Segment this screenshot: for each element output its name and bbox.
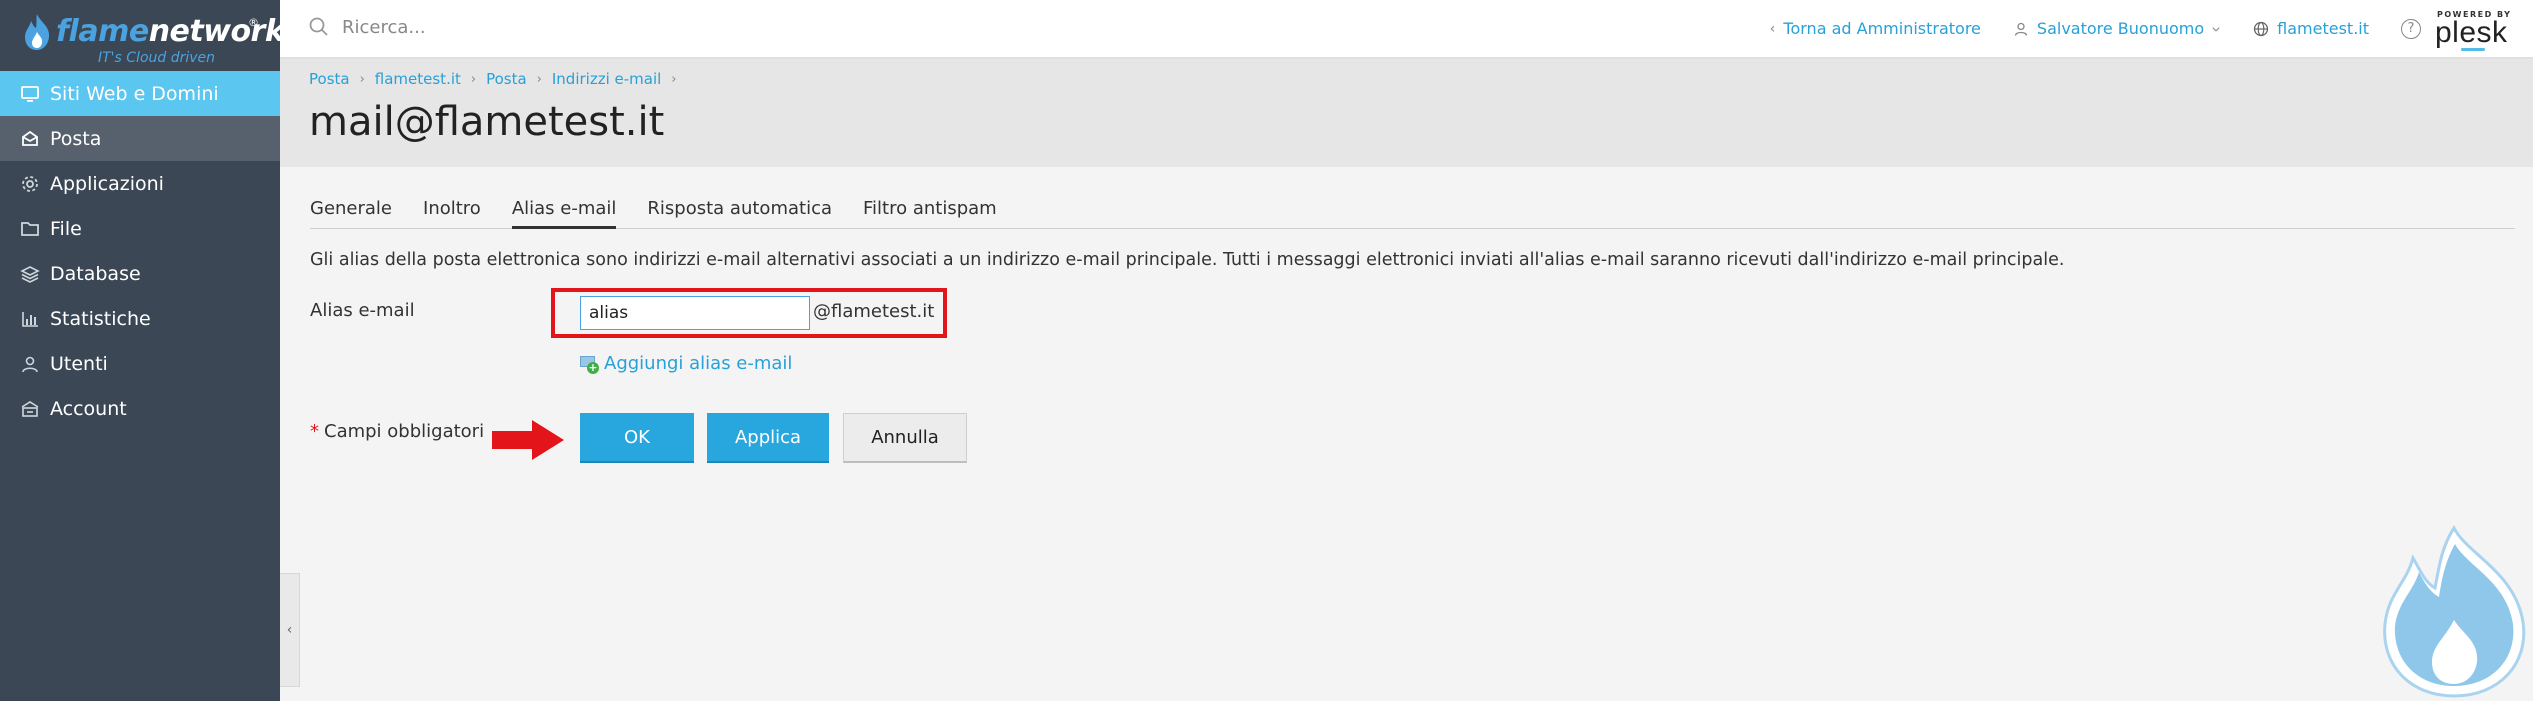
domain-label: flametest.it [2277,19,2369,38]
tab-auto-reply[interactable]: Risposta automatica [647,195,832,229]
sidebar-item-websites[interactable]: Siti Web e Domini [0,71,280,116]
sidebar-collapse-button[interactable]: ‹ [280,573,300,687]
search-input[interactable] [342,16,742,38]
help-icon[interactable]: ? [2401,18,2421,39]
add-alias-link[interactable]: + Aggiungi alias e-mail [580,353,792,374]
sidebar-item-label: Account [50,397,127,420]
add-alias-label: Aggiungi alias e-mail [604,353,793,374]
breadcrumb: Posta › flametest.it › Posta › Indirizzi… [309,70,687,88]
breadcrumb-item-mail[interactable]: Posta [309,70,350,88]
mail-icon [20,129,40,149]
sidebar-item-label: Utenti [50,352,108,375]
breadcrumb-item-domain[interactable]: flametest.it [375,70,461,88]
tab-general[interactable]: Generale [310,195,392,229]
page-header: Posta › flametest.it › Posta › Indirizzi… [280,59,2533,167]
sidebar-item-label: Posta [50,127,102,150]
back-to-admin-link[interactable]: ‹ Torna ad Amministratore [1770,19,1981,38]
red-arrow-icon [492,420,564,460]
sidebar-item-label: Statistiche [50,307,151,330]
account-icon [20,399,40,419]
monitor-icon [20,84,40,104]
sidebar-item-label: Applicazioni [50,172,164,195]
sidebar-item-label: Database [50,262,141,285]
tab-email-aliases[interactable]: Alias e-mail [511,195,617,229]
cancel-button[interactable]: Annulla [843,413,967,463]
sidebar-item-label: Siti Web e Domini [50,82,219,105]
apply-button[interactable]: Applica [707,413,829,463]
required-fields-label: Campi obbligatori [324,421,485,442]
chevron-down-icon [2211,24,2221,34]
page-title: mail@flametest.it [309,99,665,145]
flame-logo-icon [25,14,50,50]
plesk-underline [2461,47,2485,51]
logo-wordmark: flamenetworks [56,14,302,49]
top-links: ‹ Torna ad Amministratore Salvatore Buon… [1770,0,2533,57]
add-alias-icon: + [580,354,599,374]
sidebar-item-label: File [50,217,82,240]
logo-registered-mark: ® [248,16,259,29]
sidebar-item-applications[interactable]: Applicazioni [0,161,280,206]
tab-bar: Generale Inoltro Alias e-mail Risposta a… [310,195,2515,229]
sidebar-item-mail[interactable]: Posta [0,116,280,161]
chevron-left-icon: ‹ [1769,20,1776,37]
alias-domain-suffix: @flametest.it [813,301,935,322]
breadcrumb-separator: › [671,71,677,87]
plus-icon: + [587,361,599,374]
sidebar: flamenetworks ® IT's Cloud driven Siti W… [0,0,302,701]
required-fields-note: * Campi obbligatori [310,421,484,442]
user-icon [2013,21,2029,37]
breadcrumb-item-mail-section[interactable]: Posta [486,70,527,88]
sidebar-nav: Siti Web e Domini Posta Applicazioni Fil… [0,71,280,431]
database-icon [20,264,40,284]
logo-tagline: IT's Cloud driven [98,50,216,66]
tab-forwarding[interactable]: Inoltro [423,195,481,229]
sidebar-item-account[interactable]: Account [0,386,280,431]
flame-watermark-icon [2383,524,2526,698]
sidebar-item-statistics[interactable]: Statistiche [0,296,280,341]
breadcrumb-item-email-addresses[interactable]: Indirizzi e-mail [552,70,661,88]
sidebar-item-files[interactable]: File [0,206,280,251]
alias-input[interactable] [580,296,810,330]
user-icon [20,354,40,374]
back-to-admin-label: Torna ad Amministratore [1783,19,1981,38]
globe-icon [2253,21,2269,37]
aliases-description: Gli alias della posta elettronica sono i… [310,250,2065,270]
sidebar-item-users[interactable]: Utenti [0,341,280,386]
user-name: Salvatore Buonuomo [2036,19,2205,38]
required-star: * [310,421,319,442]
search-icon [309,17,328,36]
domain-link[interactable]: flametest.it [2253,19,2369,38]
breadcrumb-separator: › [359,71,365,87]
folder-icon [20,219,40,239]
search-box [308,16,742,38]
tab-spam-filter[interactable]: Filtro antispam [863,195,997,229]
breadcrumb-separator: › [470,71,477,87]
breadcrumb-separator: › [536,71,542,87]
ok-button[interactable]: OK [580,413,694,463]
user-menu[interactable]: Salvatore Buonuomo [2013,19,2221,38]
plesk-wordmark: plesk [2435,15,2508,49]
sidebar-item-database[interactable]: Database [0,251,280,296]
plesk-logo: POWERED BY plesk [2435,4,2511,54]
chevron-left-icon: ‹ [286,622,293,638]
gear-icon [20,174,40,194]
bar-chart-icon [20,309,40,329]
alias-field-label: Alias e-mail [310,300,415,321]
top-bar: ‹ Torna ad Amministratore Salvatore Buon… [280,0,2533,59]
